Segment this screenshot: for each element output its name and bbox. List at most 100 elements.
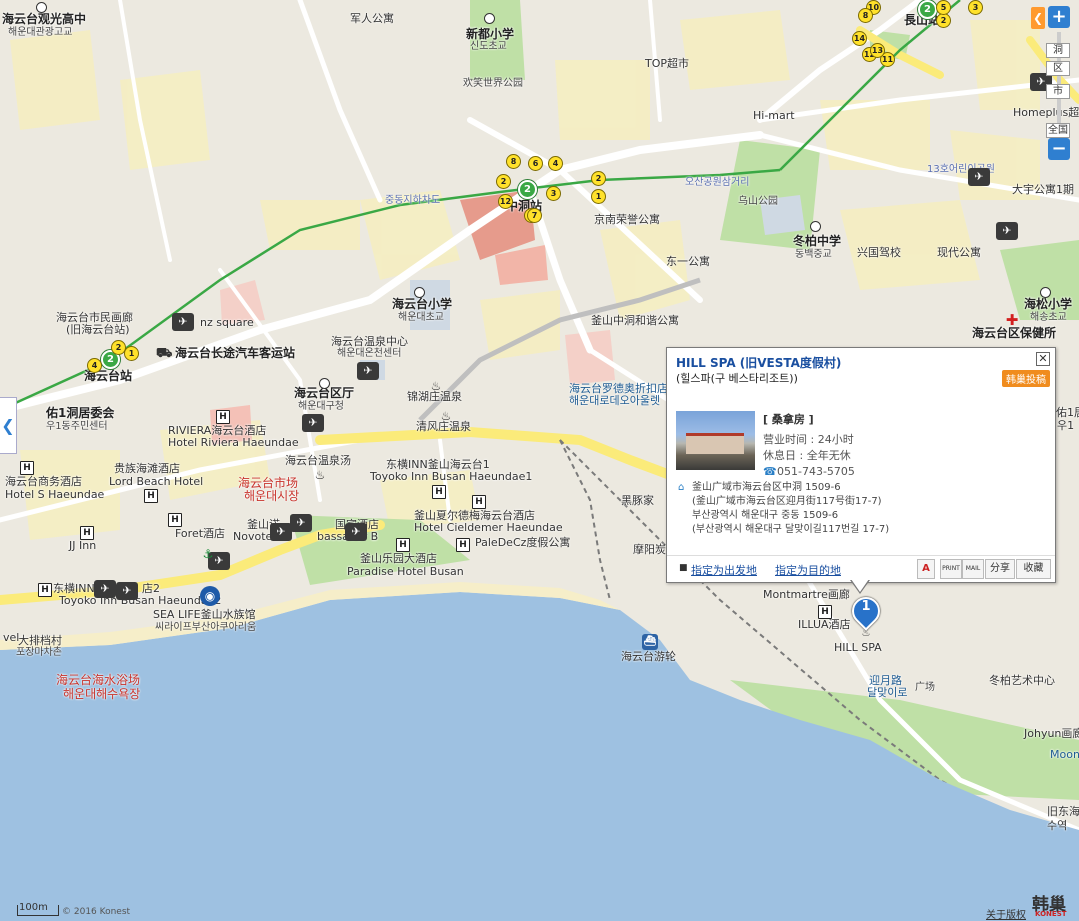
map-label[interactable]: 海云台观光高中 — [2, 13, 86, 26]
station-exit-badge[interactable]: 3 — [546, 186, 561, 201]
map-label[interactable]: 해운대구청 — [298, 400, 344, 413]
map-label[interactable]: 海松小学 — [1024, 298, 1072, 311]
map-label[interactable]: 오산공원삼거리 — [685, 176, 749, 189]
zoom-level-district[interactable]: 洞 — [1046, 43, 1070, 58]
print-button[interactable]: PRINT — [940, 559, 962, 579]
set-start-link[interactable]: 指定为出发地 — [691, 562, 757, 578]
station-exit-badge[interactable]: 4 — [548, 156, 563, 171]
airport-bus-icon[interactable]: ✈ — [94, 580, 116, 598]
hotel-icon[interactable]: H — [20, 461, 34, 475]
school-icon[interactable] — [810, 221, 821, 232]
map-label[interactable]: Hotel Cieldemer Haeundae — [414, 521, 563, 534]
school-icon[interactable] — [484, 13, 495, 24]
map-label[interactable]: 海云台海水浴场 — [56, 674, 140, 687]
airport-bus-icon[interactable]: ✈ — [290, 514, 312, 532]
map-label[interactable]: 兴国驾校 — [857, 246, 901, 259]
map-label[interactable]: 东一公寓 — [666, 255, 710, 268]
map-label[interactable]: 우1 — [1057, 419, 1074, 432]
zoom-in-button[interactable]: + — [1048, 6, 1070, 28]
map-label[interactable]: Toyoko Inn Busan Haeundae2 — [59, 594, 221, 607]
collapse-left-button[interactable]: ❮ — [0, 397, 17, 454]
map-label[interactable]: 旧东海 — [1047, 805, 1079, 818]
station-exit-badge[interactable]: 8 — [858, 8, 873, 23]
close-popup-button[interactable]: ✕ — [1036, 352, 1050, 366]
text-size-button[interactable]: A — [917, 559, 935, 579]
map-label[interactable]: 해운대해수욕장 — [63, 688, 140, 701]
map-label[interactable]: 海云台小学 — [392, 298, 452, 311]
map-label[interactable]: 해운대시장 — [244, 490, 299, 503]
map-label[interactable]: 해송초교 — [1030, 311, 1067, 324]
station-exit-badge[interactable]: 14 — [852, 31, 867, 46]
map-label[interactable]: 佑1居 — [1056, 406, 1079, 419]
station-exit-badge[interactable]: 2 — [591, 171, 606, 186]
map-label[interactable]: 佑1洞居委会 — [46, 407, 114, 420]
station-exit-badge[interactable]: 6 — [528, 156, 543, 171]
hospital-icon[interactable]: ✚ — [1004, 312, 1020, 328]
map-label[interactable]: Paradise Hotel Busan — [347, 565, 464, 578]
map-label[interactable]: 大宇公寓1期 — [1012, 183, 1074, 196]
station-exit-badge[interactable]: 12 — [498, 194, 513, 209]
office-icon[interactable] — [319, 378, 330, 389]
map-label[interactable]: Lord Beach Hotel — [109, 475, 203, 488]
mail-button[interactable]: MAIL — [962, 559, 984, 579]
airport-bus-icon[interactable]: ✈ — [172, 313, 194, 331]
place-photo[interactable] — [676, 411, 755, 470]
map-label[interactable]: 해운대관광고교 — [8, 26, 72, 39]
station-exit-badge[interactable]: 1 — [124, 346, 139, 361]
map-label[interactable]: 해운대온천센터 — [337, 347, 401, 360]
airport-bus-icon[interactable]: ✈ — [270, 523, 292, 541]
map-label[interactable]: PaleDeCz度假公寓 — [475, 536, 570, 549]
map-label[interactable]: 海云台游轮 — [621, 650, 676, 663]
hotel-icon[interactable]: H — [432, 485, 446, 499]
map-label[interactable]: Toyoko Inn Busan Haeundae1 — [370, 470, 532, 483]
map-label[interactable]: 海云台长途汽车客运站 — [175, 347, 295, 360]
place-title[interactable]: HILL SPA (旧VESTA度假村) — [676, 354, 841, 371]
map-label[interactable]: TOP超市 — [645, 57, 689, 70]
map-label[interactable]: 우1동주민센터 — [46, 420, 108, 433]
station-exit-badge[interactable]: 13 — [870, 43, 885, 58]
collapse-right-button[interactable]: ❮ — [1031, 7, 1045, 29]
station-exit-badge[interactable]: 2 — [936, 13, 951, 28]
school-icon[interactable] — [1040, 287, 1051, 298]
airport-bus-icon[interactable]: ✈ — [116, 582, 138, 600]
station-exit-badge[interactable]: 1 — [591, 189, 606, 204]
share-button[interactable]: 分享 — [985, 559, 1015, 579]
map-label[interactable]: 乌山公园 — [738, 195, 778, 208]
hotel-icon[interactable]: H — [80, 526, 94, 540]
map-label[interactable]: 수역 — [1047, 819, 1067, 832]
zoom-out-button[interactable]: − — [1048, 138, 1070, 160]
map-label[interactable]: nz square — [200, 316, 254, 329]
map-label[interactable]: 贵族海滩酒店 — [114, 462, 180, 475]
school-icon[interactable] — [36, 2, 47, 13]
hotel-icon[interactable]: H — [472, 495, 486, 509]
map-label[interactable]: vel — [3, 631, 19, 644]
airport-bus-icon[interactable]: ✈ — [968, 168, 990, 186]
map-label[interactable]: 欢笑世界公园 — [463, 77, 523, 90]
airport-bus-icon[interactable]: ✈ — [996, 222, 1018, 240]
zoom-level-ward[interactable]: 区 — [1046, 61, 1070, 76]
map-label[interactable]: HILL SPA — [834, 641, 882, 654]
map-label[interactable]: (旧海云台站) — [66, 323, 130, 336]
terms-link[interactable]: 关于版权 — [986, 906, 1026, 921]
station-exit-badge[interactable]: 3 — [968, 0, 983, 15]
map-label[interactable]: Foret酒店 — [175, 527, 225, 540]
map-label[interactable]: Johyun画廊 — [1024, 727, 1079, 740]
school-icon[interactable] — [414, 287, 425, 298]
station-exit-badge[interactable]: 5 — [936, 0, 951, 15]
map-label[interactable]: Hotel S Haeundae — [5, 488, 104, 501]
station-exit-badge[interactable]: 8 — [506, 154, 521, 169]
hotel-icon[interactable]: H — [216, 410, 230, 424]
map-label[interactable]: ILLUA酒店 — [798, 618, 851, 631]
map-label[interactable]: SEA LIFE釜山水族馆 — [153, 608, 256, 621]
map-label[interactable]: Moon — [1050, 748, 1079, 761]
hotel-icon[interactable]: H — [168, 513, 182, 527]
map-label[interactable]: 중동지하차도 — [385, 194, 440, 207]
airport-bus-icon[interactable]: ✈ — [357, 362, 379, 380]
map-label[interactable]: 씨라이프부산아쿠아리움 — [155, 621, 256, 634]
hotel-icon[interactable]: H — [144, 489, 158, 503]
station-jangsan-icon[interactable]: 2 — [918, 0, 937, 19]
station-exit-badge[interactable]: 2 — [496, 174, 511, 189]
station-exit-badge[interactable]: 7 — [527, 208, 542, 223]
map-label[interactable]: 釜山中洞和谐公寓 — [591, 314, 679, 327]
map-label[interactable]: 釜山乐园大酒店 — [360, 552, 437, 565]
